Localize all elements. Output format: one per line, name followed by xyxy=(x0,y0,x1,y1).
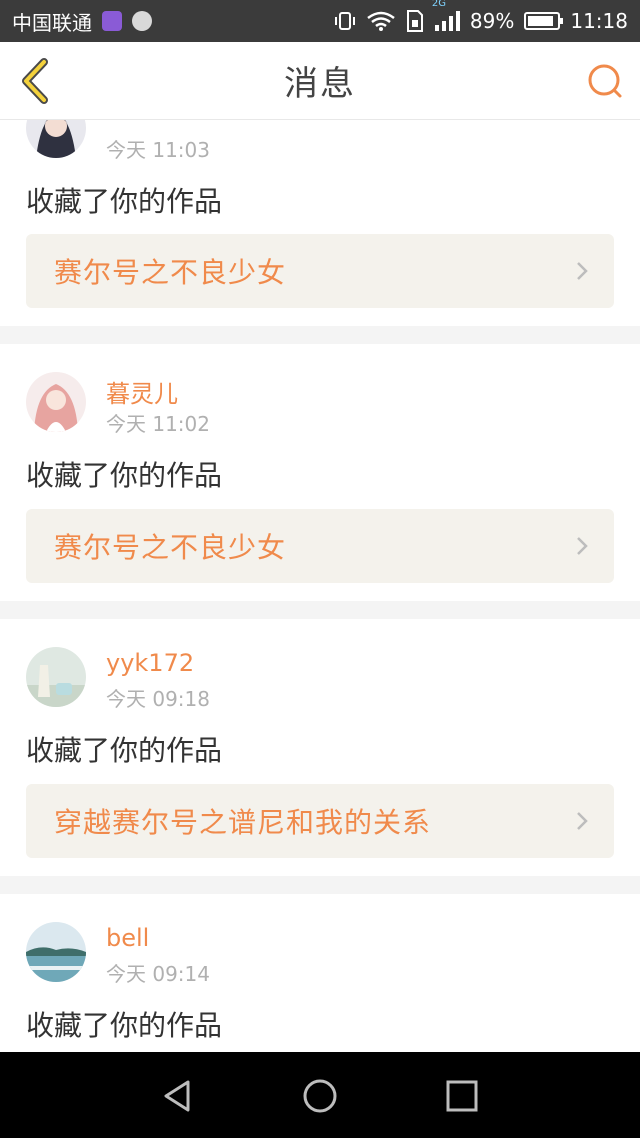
search-button[interactable] xyxy=(586,62,626,102)
avatar[interactable] xyxy=(26,120,86,158)
work-title: 赛尔号之不良少女 xyxy=(54,531,287,564)
status-bar-right: 2G 89% 11:18 xyxy=(334,0,628,33)
avatar[interactable] xyxy=(26,647,86,707)
system-nav-bar xyxy=(0,1052,640,1138)
notification-app-icon-2 xyxy=(132,11,152,31)
nav-recents-button[interactable] xyxy=(440,1074,484,1118)
back-button[interactable] xyxy=(16,58,56,104)
battery-icon xyxy=(524,12,564,30)
work-title: 穿越赛尔号之谱尼和我的关系 xyxy=(54,806,432,839)
username[interactable]: bell xyxy=(106,924,149,952)
message-card: 今天 11:03 收藏了你的作品 赛尔号之不良少女 xyxy=(0,120,640,326)
chevron-right-icon xyxy=(577,812,588,830)
carrier-name: 中国联通 xyxy=(12,10,92,35)
avatar[interactable] xyxy=(26,372,86,432)
wifi-icon xyxy=(366,10,396,32)
nav-back-button[interactable] xyxy=(156,1074,200,1118)
app-header: 消息 xyxy=(0,42,640,120)
status-bar-left: 中国联通 xyxy=(12,7,152,36)
message-action: 收藏了你的作品 xyxy=(26,734,223,767)
message-card: bell 今天 09:14 收藏了你的作品 xyxy=(0,894,640,1052)
message-time: 今天 09:14 xyxy=(106,962,210,986)
message-action: 收藏了你的作品 xyxy=(26,1009,223,1042)
message-card: yyk172 今天 09:18 收藏了你的作品 穿越赛尔号之谱尼和我的关系 xyxy=(0,619,640,876)
work-link[interactable]: 穿越赛尔号之谱尼和我的关系 xyxy=(26,784,614,858)
avatar[interactable] xyxy=(26,922,86,982)
status-bar: 中国联通 2G 89% 11:18 xyxy=(0,0,640,42)
network-type: 2G xyxy=(431,0,447,9)
work-link[interactable]: 赛尔号之不良少女 xyxy=(26,509,614,583)
message-list[interactable]: 今天 11:03 收藏了你的作品 赛尔号之不良少女 暮灵儿 今天 11:02 收… xyxy=(0,120,640,1052)
chevron-right-icon xyxy=(577,262,588,280)
search-icon xyxy=(588,64,622,98)
message-time: 今天 09:18 xyxy=(106,687,210,711)
message-action: 收藏了你的作品 xyxy=(26,185,223,218)
message-card: 暮灵儿 今天 11:02 收藏了你的作品 赛尔号之不良少女 xyxy=(0,344,640,601)
notification-app-icon xyxy=(102,11,122,31)
username[interactable]: 暮灵儿 xyxy=(106,374,178,409)
page-title: 消息 xyxy=(284,64,356,104)
nav-recents-icon xyxy=(446,1080,478,1112)
signal-icon: 2G xyxy=(432,0,460,32)
message-action: 收藏了你的作品 xyxy=(26,459,223,492)
chevron-right-icon xyxy=(577,537,588,555)
nav-back-icon xyxy=(164,1080,190,1112)
nav-home-button[interactable] xyxy=(298,1074,342,1118)
message-time: 今天 11:03 xyxy=(106,138,210,162)
battery-percent: 89% xyxy=(469,9,515,33)
vibrate-icon xyxy=(334,10,356,32)
clock: 11:18 xyxy=(570,9,628,33)
back-chevron-icon xyxy=(22,58,48,104)
nav-home-icon xyxy=(303,1079,337,1113)
work-title: 赛尔号之不良少女 xyxy=(54,256,287,289)
sim-icon xyxy=(406,9,424,33)
message-time: 今天 11:02 xyxy=(106,412,210,436)
work-link[interactable]: 赛尔号之不良少女 xyxy=(26,234,614,308)
username[interactable]: yyk172 xyxy=(106,649,194,677)
